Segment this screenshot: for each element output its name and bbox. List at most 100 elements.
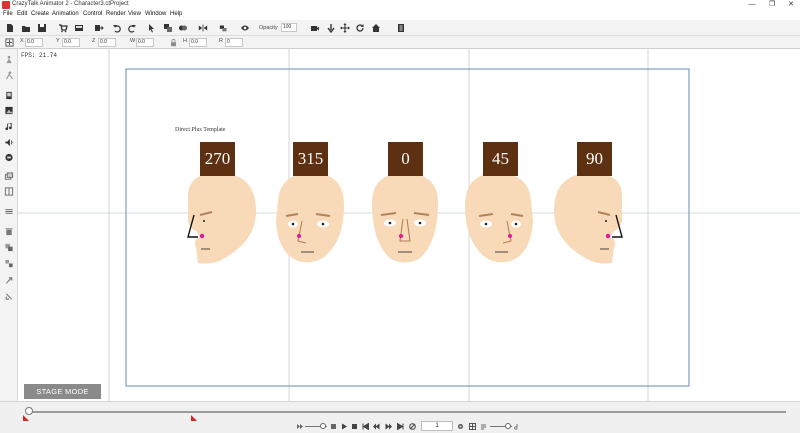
motion-icon[interactable]: [4, 71, 14, 80]
new-file-icon[interactable]: [5, 23, 15, 33]
volume-icon[interactable]: [514, 423, 521, 430]
cart-icon[interactable]: [58, 23, 68, 33]
flip-icon[interactable]: [198, 23, 208, 33]
speed-slider-knob[interactable]: [320, 423, 326, 429]
h-field[interactable]: 0.0: [189, 38, 207, 47]
actor-icon[interactable]: [4, 55, 14, 64]
r-field[interactable]: 0: [225, 38, 243, 47]
minimize-icon[interactable]: —: [744, 0, 760, 10]
scene-icon[interactable]: [4, 106, 14, 115]
camera-icon[interactable]: [310, 23, 320, 33]
rotate-icon[interactable]: [355, 23, 365, 33]
stage-canvas: [18, 49, 800, 401]
speed-icon[interactable]: [296, 423, 304, 430]
head-315: [276, 173, 344, 263]
music-icon[interactable]: [4, 122, 14, 131]
fps-counter: FPS: 21.74: [21, 52, 58, 59]
menu-animation[interactable]: Animation: [52, 11, 79, 17]
timeline-icon[interactable]: [4, 207, 14, 216]
duplicate-icon[interactable]: [163, 23, 173, 33]
main-toolbar: Opacity 100: [0, 20, 800, 36]
w-label: W: [130, 38, 136, 44]
y-field[interactable]: 0.0: [62, 38, 80, 47]
menu-help[interactable]: Help: [170, 11, 182, 17]
opacity-field[interactable]: 100: [281, 23, 297, 32]
loop-off-icon[interactable]: [409, 423, 416, 430]
split-icon[interactable]: [4, 187, 14, 196]
detach-icon[interactable]: [4, 292, 14, 301]
last-frame-icon[interactable]: [397, 423, 404, 430]
restore-icon[interactable]: ❐: [764, 0, 780, 10]
trash-icon[interactable]: [4, 227, 14, 236]
stop-loop-icon[interactable]: [330, 423, 337, 430]
sound-icon[interactable]: [4, 138, 14, 147]
group-icon[interactable]: [4, 243, 14, 252]
opacity-label: Opacity: [259, 25, 278, 31]
frame-input[interactable]: 1: [421, 421, 453, 431]
range-start-marker-icon[interactable]: [23, 415, 29, 421]
next-frame-icon[interactable]: [385, 423, 392, 430]
ungroup-icon[interactable]: [4, 259, 14, 268]
x-field[interactable]: 0.0: [25, 38, 43, 47]
undo-icon[interactable]: [112, 23, 122, 33]
r-label: R: [219, 38, 223, 44]
props-icon[interactable]: [4, 91, 14, 100]
x-label: X: [20, 38, 24, 44]
save-icon[interactable]: [37, 23, 47, 33]
redo-icon[interactable]: [127, 23, 137, 33]
timeline-playhead[interactable]: [25, 407, 33, 415]
app-icon: [2, 1, 10, 9]
transform-icon: [5, 38, 14, 47]
z-field[interactable]: 0.0: [98, 38, 116, 47]
timeline-track[interactable]: [30, 411, 786, 413]
link-icon[interactable]: [178, 23, 188, 33]
pan-icon[interactable]: [340, 23, 350, 33]
y-label: Y: [56, 38, 60, 44]
close-icon[interactable]: ✕: [783, 0, 799, 10]
lock-icon[interactable]: [170, 39, 177, 47]
left-toolbar: [0, 49, 18, 401]
angle-label-0: 0: [388, 142, 423, 176]
home-icon[interactable]: [371, 23, 381, 33]
w-field[interactable]: 0.0: [136, 38, 154, 47]
first-frame-icon[interactable]: [362, 423, 369, 430]
menu-file[interactable]: File: [3, 11, 13, 17]
angle-label-90: 90: [577, 142, 612, 176]
menu-window[interactable]: Window: [145, 11, 166, 17]
menu-view[interactable]: View: [128, 11, 141, 17]
attach-icon[interactable]: [4, 276, 14, 285]
move-down-icon[interactable]: [326, 23, 336, 33]
head-90: [554, 173, 623, 264]
window-title: CrazyTalk Animator 2 - Character3.ctProj…: [12, 1, 129, 7]
dialog-icon[interactable]: [4, 153, 14, 162]
menu-create[interactable]: Create: [31, 11, 49, 17]
menu-edit[interactable]: Edit: [17, 11, 27, 17]
volume-slider-knob[interactable]: [505, 423, 511, 429]
open-folder-icon[interactable]: [21, 23, 31, 33]
range-end-marker-icon[interactable]: [191, 415, 197, 421]
menu-render[interactable]: Render: [106, 11, 126, 17]
stop-icon[interactable]: [351, 423, 358, 430]
template-label: Direct Plus Template: [175, 127, 226, 133]
transform-toolbar: X 0.0 Y 0.0 Z 0.0 W 0.0 H 0.0 R 0: [0, 36, 800, 49]
grid-icon[interactable]: [469, 423, 476, 430]
head-0: [372, 173, 438, 263]
content-manager-icon[interactable]: [74, 23, 84, 33]
settings-gear-icon[interactable]: [457, 423, 464, 430]
align-icon[interactable]: [219, 23, 229, 33]
visibility-eye-icon[interactable]: [240, 23, 250, 33]
menu-control[interactable]: Control: [83, 11, 102, 17]
prev-frame-icon[interactable]: [373, 423, 380, 430]
angle-label-315: 315: [293, 142, 328, 176]
h-label: H: [183, 38, 187, 44]
select-arrow-icon[interactable]: [147, 23, 157, 33]
layer-icon[interactable]: [4, 172, 14, 181]
timeline-panel: 1: [0, 401, 800, 433]
stage-viewport[interactable]: FPS: 21.74 Direct Plus Template 270 315 …: [18, 49, 800, 401]
stage-mode-button[interactable]: STAGE MODE: [24, 384, 101, 399]
zoom-icon[interactable]: [480, 423, 487, 430]
import-icon[interactable]: [94, 23, 104, 33]
menu-bar: File Edit Create Animation Control Rende…: [0, 10, 800, 20]
film-icon[interactable]: [396, 23, 406, 33]
play-icon[interactable]: [341, 423, 348, 430]
